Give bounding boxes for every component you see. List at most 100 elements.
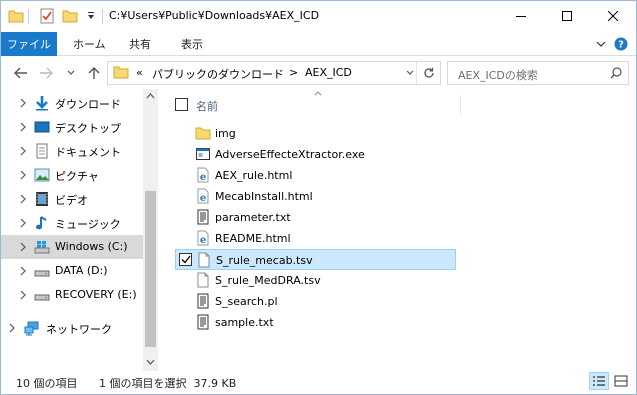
file-row[interactable]: S_search.pl xyxy=(175,291,456,312)
nav-label: Windows (C:) xyxy=(55,240,128,253)
maximize-button[interactable] xyxy=(544,1,590,31)
chevron-right-icon[interactable] xyxy=(18,121,28,133)
nav-item-desktop[interactable]: デスクトップ xyxy=(1,115,143,139)
large-icons-view-button[interactable] xyxy=(611,372,631,390)
chevron-right-icon[interactable] xyxy=(18,241,28,253)
file-row[interactable]: parameter.txt xyxy=(175,207,456,228)
help-icon[interactable]: ? xyxy=(613,36,629,52)
nav-label: ピクチャ xyxy=(55,170,99,183)
nav-item-documents[interactable]: ドキュメント xyxy=(1,139,143,163)
forward-arrow-icon xyxy=(40,67,53,79)
address-overflow[interactable]: « xyxy=(136,66,143,79)
chevron-down-icon xyxy=(67,70,75,75)
file-row[interactable]: e MecabInstall.html xyxy=(175,186,456,207)
sort-ascending-icon xyxy=(314,91,322,96)
svg-text:e: e xyxy=(200,235,206,246)
svg-text:e: e xyxy=(200,193,206,204)
nav-item-data-d[interactable]: DATA (D:) xyxy=(1,259,143,283)
file-row[interactable]: e README.html xyxy=(175,228,456,249)
scroll-up-icon[interactable] xyxy=(146,93,155,99)
select-all-checkbox[interactable] xyxy=(175,98,188,111)
maximize-icon xyxy=(562,11,572,21)
file-row[interactable]: e AEX_rule.html xyxy=(175,165,456,186)
text-file-icon xyxy=(197,209,209,225)
nav-label: ダウンロード xyxy=(55,98,121,111)
back-button[interactable] xyxy=(11,63,31,83)
recent-locations-button[interactable] xyxy=(61,63,81,83)
title-bar: C:¥Users¥Public¥Downloads¥AEX_ICD xyxy=(1,1,636,32)
chevron-right-icon[interactable] xyxy=(18,97,28,109)
folder-icon xyxy=(113,66,129,79)
file-row[interactable]: sample.txt xyxy=(175,312,456,333)
download-arrow-icon xyxy=(36,96,48,111)
breadcrumb-segment[interactable]: AEX_ICD xyxy=(305,66,352,79)
nav-item-music[interactable]: ミュージック xyxy=(1,211,143,235)
tab-file[interactable]: ファイル xyxy=(1,32,57,56)
qa-divider xyxy=(102,9,103,24)
chevron-right-icon[interactable] xyxy=(18,145,28,157)
file-name: MecabInstall.html xyxy=(215,190,313,203)
file-name: AdverseEffecteXtractor.exe xyxy=(215,148,365,161)
up-button[interactable] xyxy=(84,63,104,83)
chevron-right-icon[interactable] xyxy=(7,322,17,334)
nav-item-network[interactable]: ネットワーク xyxy=(1,316,143,340)
check-icon xyxy=(181,255,191,264)
file-name: S_rule_mecab.tsv xyxy=(216,254,313,267)
chevron-down-icon[interactable] xyxy=(406,70,414,76)
file-row[interactable]: AdverseEffecteXtractor.exe xyxy=(175,144,456,165)
search-input[interactable]: AEX_ICDの検索 xyxy=(458,67,538,83)
window-title: C:¥Users¥Public¥Downloads¥AEX_ICD xyxy=(109,9,320,22)
chevron-right-icon[interactable] xyxy=(18,193,28,205)
properties-icon[interactable] xyxy=(38,7,56,25)
forward-button[interactable] xyxy=(36,63,56,83)
search-icon[interactable] xyxy=(610,67,622,79)
nav-label: ドキュメント xyxy=(55,146,121,159)
file-name: S_search.pl xyxy=(215,295,278,308)
breadcrumb-segment[interactable]: パブリックのダウンロード xyxy=(152,66,284,82)
file-name: sample.txt xyxy=(215,316,274,329)
nav-scrollbar[interactable] xyxy=(143,89,158,371)
row-checkbox[interactable] xyxy=(179,253,192,266)
nav-item-downloads[interactable]: ダウンロード xyxy=(1,91,143,115)
folder-icon[interactable] xyxy=(7,7,25,25)
ribbon-tabs: ファイル ホーム 共有 表示 ? xyxy=(1,32,636,56)
chevron-right-icon[interactable] xyxy=(18,265,28,277)
nav-item-pictures[interactable]: ピクチャ xyxy=(1,163,143,187)
tab-view[interactable]: 表示 xyxy=(181,32,203,56)
scroll-down-icon[interactable] xyxy=(146,359,155,365)
details-view-button[interactable] xyxy=(589,372,609,390)
new-folder-icon[interactable] xyxy=(61,7,79,25)
file-row-selected[interactable]: S_rule_mecab.tsv xyxy=(175,249,456,270)
nav-label: デスクトップ xyxy=(55,122,121,135)
file-row[interactable]: img xyxy=(175,123,456,144)
nav-item-recovery-e[interactable]: RECOVERY (E:) xyxy=(1,283,143,307)
file-name: README.html xyxy=(215,232,291,245)
address-divider xyxy=(416,62,417,84)
expand-ribbon-icon[interactable] xyxy=(593,36,609,52)
column-divider[interactable] xyxy=(460,95,461,115)
search-box[interactable]: AEX_ICDの検索 xyxy=(447,61,629,85)
chevron-right-icon[interactable] xyxy=(18,217,28,229)
nav-item-windows-c[interactable]: Windows (C:) xyxy=(1,235,143,259)
address-bar[interactable]: « パブリックのダウンロード > AEX_ICD xyxy=(107,61,441,85)
nav-label: DATA (D:) xyxy=(55,264,108,277)
customize-qa-icon[interactable] xyxy=(82,7,100,25)
column-header: 名前 xyxy=(164,89,636,117)
chevron-right-icon[interactable] xyxy=(18,169,28,181)
drive-icon xyxy=(34,270,50,277)
scroll-thumb[interactable] xyxy=(145,191,156,347)
close-button[interactable] xyxy=(590,1,636,31)
breadcrumb-separator[interactable]: > xyxy=(289,66,298,79)
tab-share[interactable]: 共有 xyxy=(129,32,151,56)
ie-html-icon: e xyxy=(197,167,209,183)
nav-item-videos[interactable]: ビデオ xyxy=(1,187,143,211)
nav-label: ビデオ xyxy=(55,194,88,207)
file-row[interactable]: S_rule_MedDRA.tsv xyxy=(175,270,456,291)
refresh-icon[interactable] xyxy=(423,67,435,79)
tab-home[interactable]: ホーム xyxy=(73,32,106,56)
column-name-header[interactable]: 名前 xyxy=(196,98,218,114)
chevron-right-icon[interactable] xyxy=(18,289,28,301)
minimize-button[interactable] xyxy=(498,1,544,31)
nav-label: RECOVERY (E:) xyxy=(55,288,137,301)
selection-info: 1 個の項目を選択 37.9 KB xyxy=(99,377,237,390)
